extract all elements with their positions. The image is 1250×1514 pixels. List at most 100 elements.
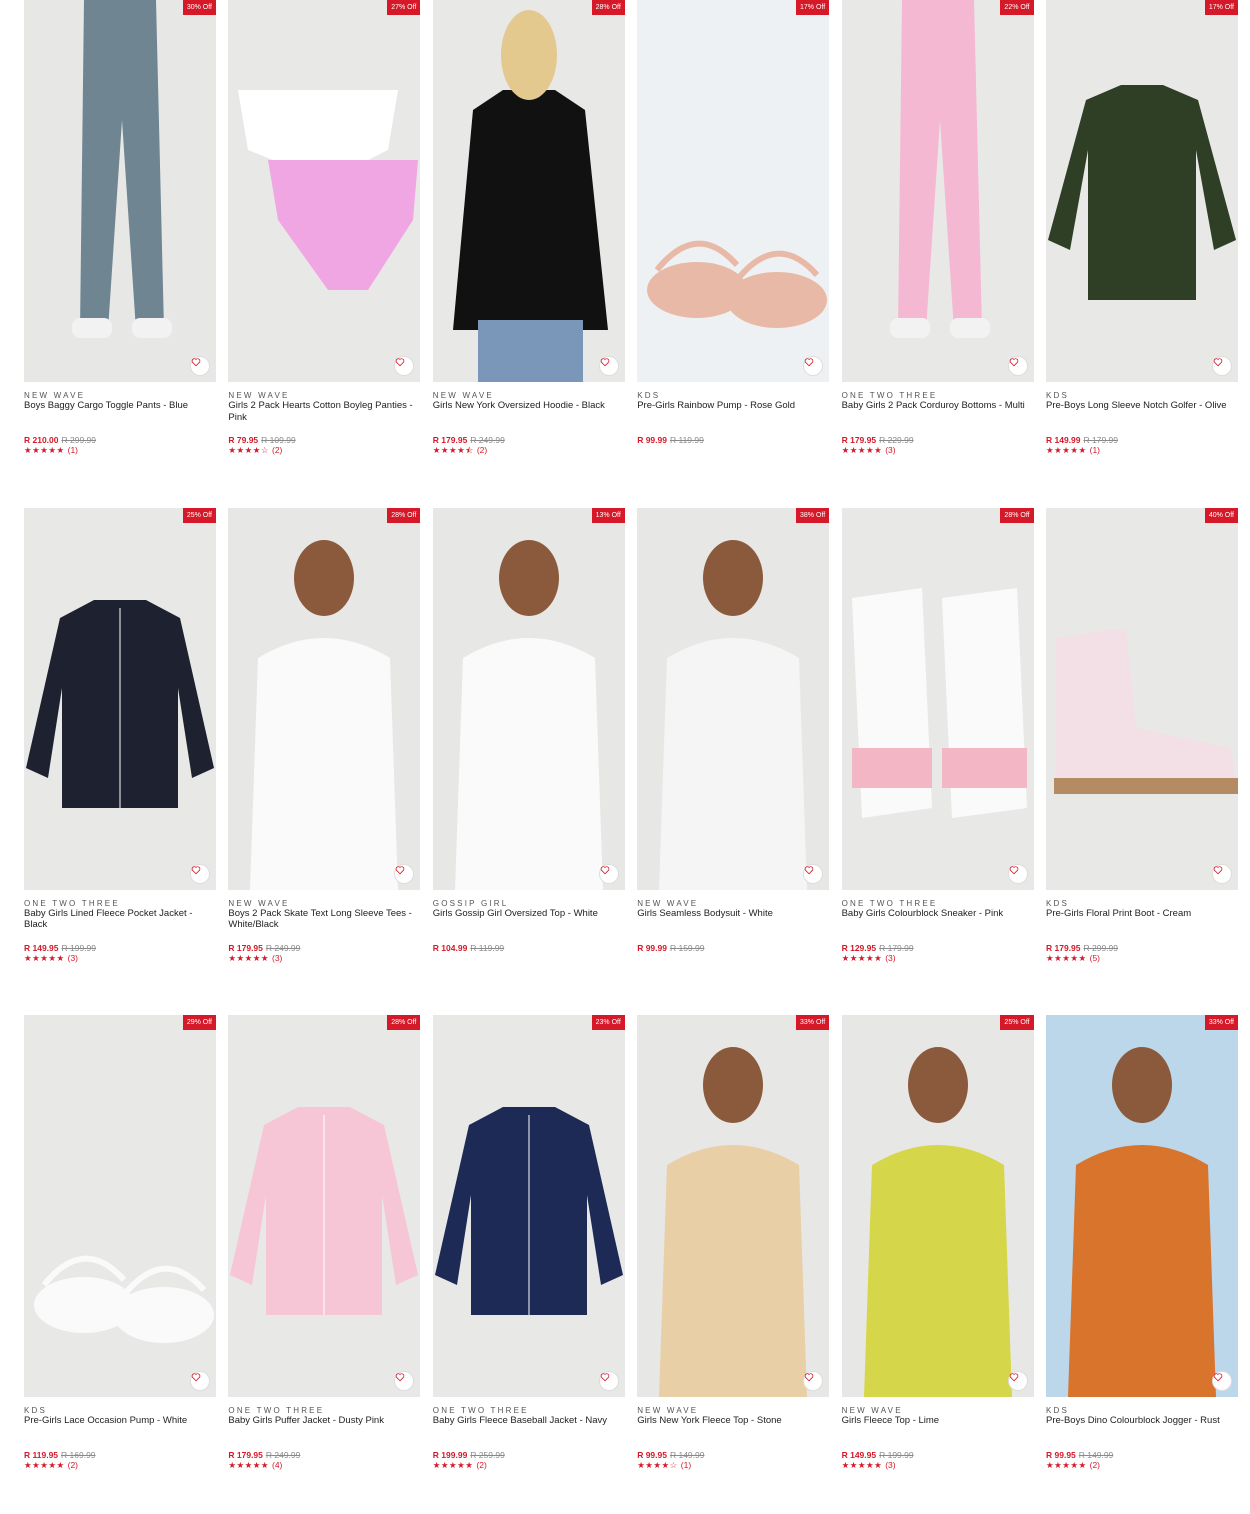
product-name[interactable]: Boys Baggy Cargo Toggle Pants - Blue (24, 400, 216, 412)
product-name[interactable]: Baby Girls Colourblock Sneaker - Pink (842, 908, 1034, 920)
product-image[interactable]: 28% Off (432, 0, 625, 382)
rating-stars: ★★★★★ (841, 445, 883, 455)
product-name[interactable]: Girls Fleece Top - Lime (842, 1415, 1034, 1427)
discount-badge: 38% Off (796, 507, 830, 523)
product-card[interactable]: 40% Off KDS Pre-Girls Floral Print Boot - … (1046, 507, 1238, 988)
product-card[interactable]: 23% Off ONE TWO THREE Baby Girls Fleece Ba… (432, 1015, 625, 1495)
heart-icon (600, 865, 610, 874)
product-brand: KDS (1046, 898, 1070, 908)
product-name[interactable]: Boys 2 Pack Skate Text Long Sleeve Tees … (228, 908, 420, 931)
product-card[interactable]: 17% Off KDS Pre-Boys Long Sleeve Notch Gol… (1046, 0, 1238, 480)
wishlist-button[interactable] (803, 863, 824, 884)
rating: ★★★★⯪ (2) (433, 445, 487, 459)
heart-icon (191, 358, 201, 367)
product-card[interactable]: 33% Off KDS Pre-Boys Dino Colourblock Jogg… (1046, 1015, 1238, 1495)
product-card[interactable]: 38% Off NEW WAVE Girls Seamless Bodysuit -… (637, 507, 830, 988)
product-brand: ONE TWO THREE (24, 898, 120, 908)
rating: ★★★★★ (3) (842, 445, 896, 456)
price-row: R 149.95 R 199.99 (24, 943, 96, 953)
discount-badge: 25% Off (1000, 1015, 1034, 1030)
product-card[interactable]: 30% Off NEW WAVE Boys Baggy Cargo Toggle P… (24, 0, 216, 480)
review-count: (3) (885, 445, 896, 455)
original-price: R 199.99 (879, 1450, 914, 1460)
product-image[interactable]: 13% Off (432, 507, 625, 890)
wishlist-button[interactable] (190, 863, 210, 884)
rating-stars: ★★★★☆ (637, 1460, 678, 1470)
wishlist-button[interactable] (1007, 863, 1028, 884)
product-card[interactable]: 17% Off KDS Pre-Girls Rainbow Pump - Rose … (637, 0, 830, 480)
product-image[interactable]: 17% Off (1046, 0, 1238, 382)
product-image[interactable]: 40% Off (1046, 507, 1238, 890)
product-card[interactable]: 22% Off ONE TWO THREE Baby Girls 2 Pack Co… (841, 0, 1034, 480)
product-image[interactable]: 38% Off (637, 507, 830, 890)
product-card[interactable]: 28% Off NEW WAVE Girls New York Oversized … (432, 0, 625, 480)
review-count: (4) (272, 1460, 283, 1470)
product-name[interactable]: Pre-Boys Dino Colourblock Jogger - Rust (1046, 1415, 1238, 1427)
sale-price: R 149.95 (841, 1450, 877, 1460)
sale-price: R 179.95 (1046, 942, 1081, 953)
discount-badge: 30% Off (182, 0, 216, 15)
product-name[interactable]: Pre-Girls Rainbow Pump - Rose Gold (637, 400, 829, 412)
heart-icon (804, 865, 814, 874)
wishlist-button[interactable] (394, 863, 415, 884)
product-image[interactable]: 33% Off (637, 1015, 830, 1397)
product-image[interactable]: 28% Off (228, 1015, 421, 1397)
wishlist-button[interactable] (1212, 356, 1232, 376)
product-name[interactable]: Girls New York Oversized Hoodie - Black (433, 400, 625, 412)
discount-badge: 17% Off (796, 0, 830, 15)
product-card[interactable]: 33% Off NEW WAVE Girls New York Fleece Top… (637, 1015, 830, 1495)
product-image[interactable]: 22% Off (841, 0, 1034, 382)
product-image[interactable]: 28% Off (841, 507, 1034, 890)
rating: ★★★★☆ (1) (637, 1460, 691, 1471)
price-row: R 119.95 R 169.99 (24, 1450, 96, 1460)
product-name[interactable]: Pre-Girls Floral Print Boot - Cream (1046, 908, 1238, 920)
product-image[interactable]: 29% Off (24, 1015, 216, 1397)
wishlist-button[interactable] (1007, 1371, 1028, 1391)
original-price: R 249.99 (265, 1450, 301, 1460)
product-name[interactable]: Pre-Boys Long Sleeve Notch Golfer - Oliv… (1046, 400, 1238, 412)
wishlist-button[interactable] (598, 863, 619, 884)
product-name[interactable]: Girls 2 Pack Hearts Cotton Boyleg Pantie… (228, 400, 420, 423)
product-name[interactable]: Baby Girls Fleece Baseball Jacket - Navy (433, 1415, 625, 1427)
discount-badge: 27% Off (387, 0, 421, 15)
product-image[interactable]: 17% Off (637, 0, 830, 382)
product-card[interactable]: 25% Off ONE TWO THREE Baby Girls Lined Fle… (24, 507, 216, 988)
product-card[interactable]: 13% Off GOSSIP GIRL Girls Gossip Girl Over… (432, 507, 625, 988)
product-name[interactable]: Girls New York Fleece Top - Stone (637, 1415, 829, 1427)
heart-icon (1009, 1373, 1018, 1382)
product-card[interactable]: 25% Off NEW WAVE Girls Fleece Top - Lime R … (841, 1015, 1034, 1495)
rating: ★★★★★ (1) (24, 445, 78, 456)
product-card[interactable]: 29% Off KDS Pre-Girls Lace Occasion Pump -… (24, 1015, 216, 1495)
price-row: R 179.95 R 229.99 (842, 435, 914, 445)
product-image[interactable]: 25% Off (841, 1015, 1034, 1397)
discount-badge: 23% Off (591, 1015, 625, 1030)
product-name[interactable]: Baby Girls Puffer Jacket - Dusty Pink (228, 1415, 420, 1427)
wishlist-button[interactable] (190, 1371, 210, 1391)
product-name[interactable]: Baby Girls 2 Pack Corduroy Bottoms - Mul… (842, 400, 1034, 412)
wishlist-button[interactable] (190, 356, 210, 376)
original-price: R 249.99 (265, 942, 301, 953)
product-image[interactable]: 23% Off (432, 1015, 625, 1397)
product-name[interactable]: Girls Seamless Bodysuit - White (637, 908, 829, 920)
price-row: R 99.99 R 159.99 (637, 943, 704, 953)
wishlist-button[interactable] (598, 356, 619, 376)
review-count: (3) (885, 1460, 896, 1470)
product-card[interactable]: 27% Off NEW WAVE Girls 2 Pack Hearts Cotto… (228, 0, 421, 480)
product-card[interactable]: 28% Off ONE TWO THREE Baby Girls Colourblo… (841, 507, 1034, 988)
product-image[interactable]: 25% Off (24, 507, 216, 890)
wishlist-button[interactable] (1212, 1371, 1232, 1391)
product-name[interactable]: Girls Gossip Girl Oversized Top - White (433, 908, 625, 920)
product-card[interactable]: 28% Off NEW WAVE Boys 2 Pack Skate Text Lo… (228, 507, 421, 988)
product-name[interactable]: Pre-Girls Lace Occasion Pump - White (24, 1415, 216, 1427)
wishlist-button[interactable] (1007, 356, 1028, 376)
product-image[interactable]: 28% Off (228, 507, 421, 890)
review-count: (2) (67, 1460, 78, 1470)
wishlist-button[interactable] (1212, 863, 1232, 884)
product-image[interactable]: 30% Off (24, 0, 216, 382)
original-price: R 299.99 (61, 435, 97, 445)
product-image[interactable]: 33% Off (1046, 1015, 1238, 1397)
product-name[interactable]: Baby Girls Lined Fleece Pocket Jacket - … (24, 908, 216, 931)
product-image[interactable]: 27% Off (228, 0, 421, 382)
wishlist-button[interactable] (598, 1371, 619, 1391)
product-card[interactable]: 28% Off ONE TWO THREE Baby Girls Puffer Ja… (228, 1015, 421, 1495)
